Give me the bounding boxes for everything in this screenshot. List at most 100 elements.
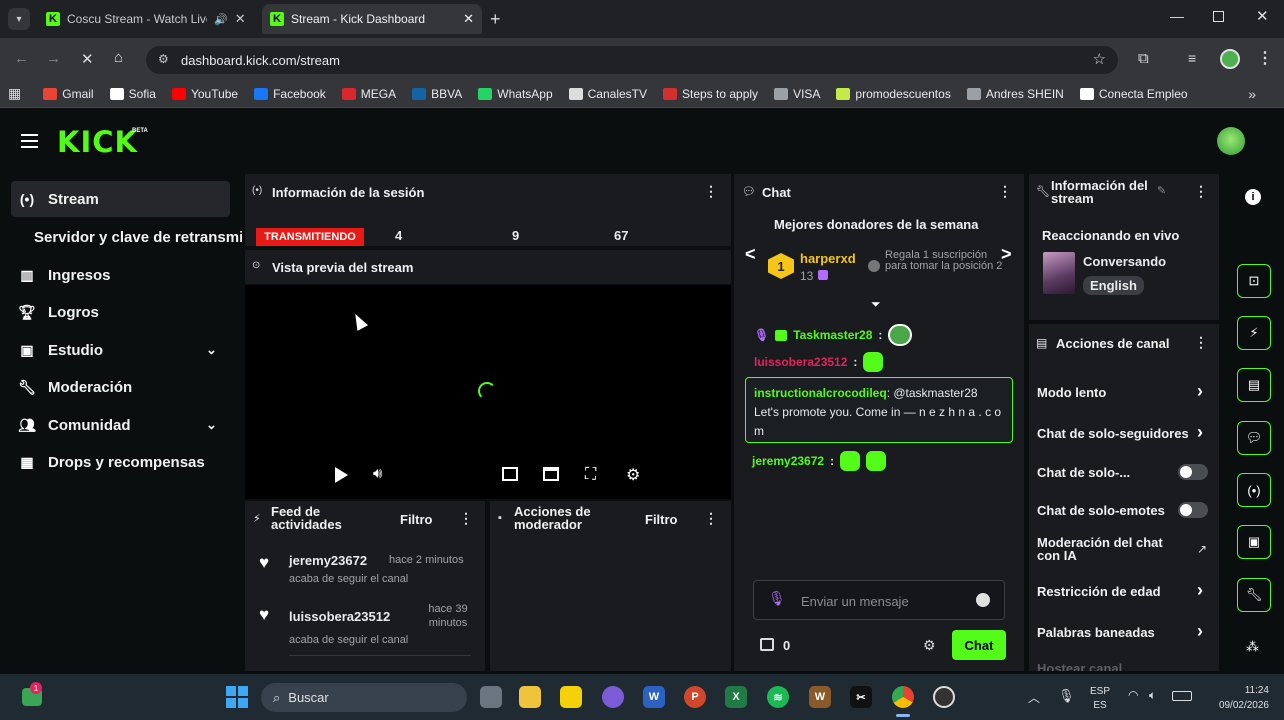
lang-indicator[interactable]: ESP ES [1090,685,1110,713]
capcut-icon[interactable]: ✂ [850,686,872,708]
chat-username[interactable]: Taskmaster28 [793,328,872,342]
kick-logo[interactable]: KICK [57,125,138,159]
tab-search-button[interactable]: ▾ [8,8,30,30]
wifi-icon[interactable]: ◠ [1128,688,1138,702]
stream-info-menu-icon[interactable]: ⋮ [1194,183,1208,200]
restore-button[interactable] [1213,11,1224,22]
play-icon[interactable] [335,467,348,483]
powerpoint-icon[interactable]: P [684,686,706,708]
taskbar-search[interactable]: ⌕ Buscar [261,683,467,712]
banned-words-option[interactable]: Palabras baneadas [1037,625,1155,640]
session-menu-icon[interactable]: ⋮ [704,183,718,200]
chevron-left-icon[interactable]: < [745,244,756,265]
sidebar-item-drops[interactable]: ▦ Drops y recompensas [18,448,230,476]
theater-mode-icon[interactable] [543,467,559,481]
external-link-icon[interactable]: ↗ [1197,542,1207,556]
channel-menu-icon[interactable]: ⋮ [1194,334,1208,351]
chat-settings-icon[interactable]: ⚙ [923,637,936,654]
bookmark-item[interactable]: BBVA [404,87,470,101]
followers-only-option[interactable]: Chat de solo-seguidores [1037,426,1188,441]
start-button-icon[interactable] [226,686,248,708]
rail-studio-button[interactable]: ▣ [1237,525,1271,559]
edit-pencil-icon[interactable]: ✎ [1157,184,1166,197]
task-view-icon[interactable] [480,686,502,708]
rail-broadcast-button[interactable]: (•) [1237,473,1271,507]
subs-only-toggle[interactable] [1178,464,1208,480]
sidebar-item-logros[interactable]: 🏆︎ Logros [18,298,230,326]
user-avatar[interactable] [1217,127,1245,155]
host-channel-option[interactable]: Hostear canal [1037,661,1122,671]
sidebar-item-servidor[interactable]: Servidor y clave de retransmisión [34,229,242,246]
file-explorer-icon[interactable] [519,686,541,708]
emotes-only-toggle[interactable] [1178,502,1208,518]
slow-mode-option[interactable]: Modo lento [1037,385,1106,400]
hamburger-menu-icon[interactable] [21,134,38,148]
mic-icon[interactable]: 🎙︎ [768,590,786,607]
excel-icon[interactable]: X [725,686,747,708]
fullscreen-icon[interactable]: ⛶ [585,466,596,484]
bookmark-item[interactable]: CanalesTV [561,87,655,101]
tab-kick-dashboard[interactable]: K Stream - Kick Dashboard ✕ [262,4,482,34]
sticky-notes-icon[interactable] [560,686,582,708]
chevron-right-icon[interactable]: › [1197,621,1203,642]
chat-send-button[interactable]: Chat [952,630,1006,660]
volume-icon[interactable]: 🔊︎ [373,465,382,482]
chat-menu-icon[interactable]: ⋮ [998,183,1012,200]
chevron-right-icon[interactable]: › [1197,381,1203,402]
bookmark-item[interactable]: Sofia [102,87,164,101]
rail-notes-button[interactable]: ▤ [1237,368,1271,402]
winrar-icon[interactable]: W [809,686,831,708]
rail-quick-actions-button[interactable]: ⚡︎ [1237,316,1271,350]
address-bar[interactable]: ⚙ dashboard.kick.com/stream ☆ [146,46,1118,74]
miniplayer-icon[interactable] [502,467,518,481]
apps-grid-icon[interactable]: ▦ [8,85,21,102]
chevron-right-icon[interactable]: › [1197,580,1203,601]
bookmark-item[interactable]: YouTube [164,87,246,101]
chevron-right-icon[interactable]: › [1197,422,1203,443]
extensions-icon[interactable]: ⧉ [1138,50,1149,67]
info-icon[interactable]: i [1245,189,1261,205]
bookmark-item[interactable]: Andres SHEIN [959,87,1072,101]
bookmark-item[interactable]: Gmail [35,87,101,101]
sidebar-item-comunidad[interactable]: 👥︎ Comunidad ⌄ [18,411,230,439]
obs-icon[interactable] [933,686,955,708]
tray-chevron-icon[interactable]: ︿ [1028,689,1040,706]
spotify-icon[interactable]: ≋ [767,686,789,708]
activity-user[interactable]: luissobera23512 [289,609,390,624]
rail-more-icon[interactable]: ⁂ [1246,639,1259,655]
rail-moderation-button[interactable]: 🔧︎ [1237,578,1271,612]
settings-icon[interactable]: ⚙ [626,465,640,485]
tab-coscu-stream[interactable]: K Coscu Stream - Watch Live 🔊 ✕ [38,4,260,34]
bookmark-item[interactable]: Conecta Empleo [1072,87,1196,101]
donor-name[interactable]: harperxd [800,251,856,266]
battery-icon[interactable] [1172,691,1192,701]
bookmark-item[interactable]: promodescuentos [828,87,958,101]
chat-username[interactable]: luissobera23512 [754,355,847,369]
media-control-icon[interactable]: ≡ [1188,50,1196,66]
age-restriction-option[interactable]: Restricción de edad [1037,584,1161,599]
category-name[interactable]: Conversando [1083,254,1166,269]
minimize-button[interactable]: — [1170,8,1184,24]
mod-filter-button[interactable]: Filtro [645,512,678,527]
bookmarks-overflow-icon[interactable]: » [1248,86,1256,102]
emoji-icon[interactable] [976,593,990,607]
tray-mic-icon[interactable]: 🎙︎ [1058,688,1075,704]
activity-filter-button[interactable]: Filtro [400,512,433,527]
chat-username[interactable]: jeremy23672 [752,454,824,468]
chat-username[interactable]: instructionalcrocodileq [754,386,887,400]
home-button[interactable]: ⌂ [114,49,123,66]
bookmark-item[interactable]: VISA [766,87,828,101]
forward-button[interactable]: → [46,50,61,67]
scroll-down-icon[interactable]: ⏷ [871,297,881,312]
ai-moderation-option[interactable]: Moderación del chat con IA [1037,536,1177,562]
new-tab-button[interactable]: + [490,9,501,30]
bookmark-star-icon[interactable]: ☆ [1093,50,1106,68]
chrome-icon[interactable] [892,686,914,708]
rail-preview-button[interactable]: ⊡ [1237,264,1271,298]
app-icon[interactable] [602,686,624,708]
bookmark-item[interactable]: Steps to apply [655,87,766,101]
activity-menu-icon[interactable]: ⋮ [459,510,473,527]
clock[interactable]: 11:24 09/02/2026 [1205,683,1269,713]
bookmark-item[interactable]: MEGA [334,87,404,101]
back-button[interactable]: ← [14,50,29,67]
